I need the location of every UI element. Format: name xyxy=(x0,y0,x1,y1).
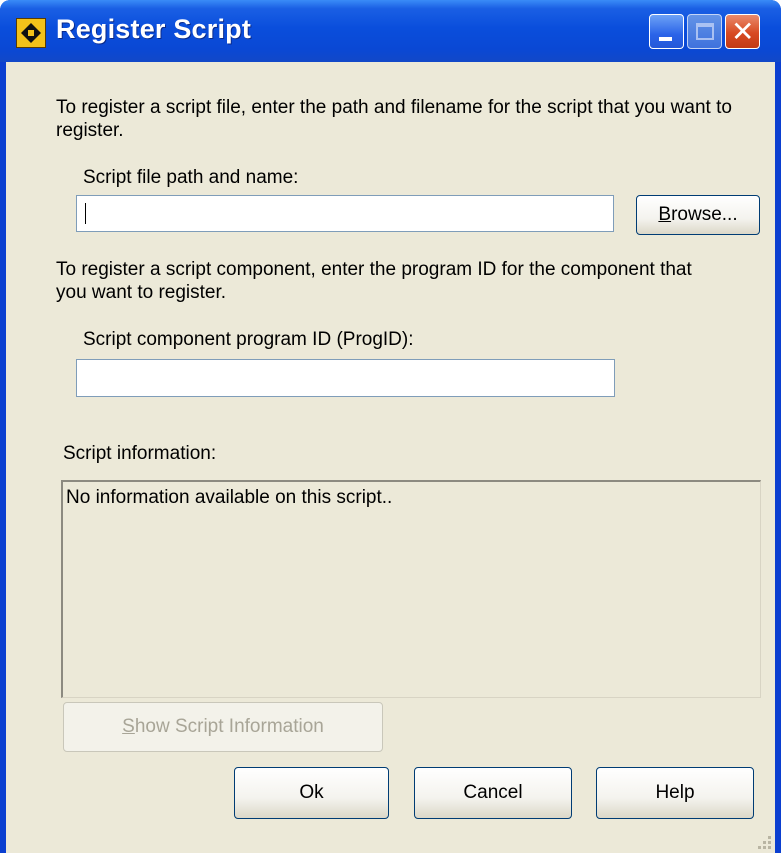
script-file-instructions: To register a script file, enter the pat… xyxy=(56,97,732,141)
text-caret xyxy=(85,203,86,224)
maximize-icon xyxy=(696,23,714,40)
progid-input[interactable] xyxy=(76,359,615,397)
maximize-button xyxy=(687,14,722,49)
dialog-body: To register a script file, enter the pat… xyxy=(6,62,775,853)
show-script-info-button: Show Script Information xyxy=(63,702,383,752)
app-icon xyxy=(16,18,46,48)
close-icon: ✕ xyxy=(731,15,755,48)
show-label: how Script Information xyxy=(134,716,324,737)
window-title: Register Script xyxy=(56,14,252,44)
script-path-input[interactable] xyxy=(76,195,614,232)
show-mnemonic: S xyxy=(122,716,135,737)
script-path-label: Script file path and name: xyxy=(83,167,299,188)
browse-mnemonic: B xyxy=(658,204,672,225)
progid-label: Script component program ID (ProgID): xyxy=(83,329,414,350)
help-button[interactable]: Help xyxy=(596,767,754,819)
title-bar[interactable]: Register Script ✕ xyxy=(0,0,781,62)
browse-label: rowse... xyxy=(671,204,738,225)
register-script-dialog: Register Script ✕ To register a script f… xyxy=(0,0,781,853)
resize-grip-icon[interactable] xyxy=(754,832,772,850)
script-info-label: Script information: xyxy=(63,443,217,464)
ok-button[interactable]: Ok xyxy=(234,767,389,819)
minimize-icon xyxy=(659,37,672,41)
close-button[interactable]: ✕ xyxy=(725,14,760,49)
script-info-text: No information available on this script.… xyxy=(66,487,393,508)
script-info-box: No information available on this script.… xyxy=(61,480,761,698)
minimize-button[interactable] xyxy=(649,14,684,49)
script-component-instructions: To register a script component, enter th… xyxy=(56,259,692,303)
cancel-button[interactable]: Cancel xyxy=(414,767,572,819)
browse-button[interactable]: Browse... xyxy=(636,195,760,235)
